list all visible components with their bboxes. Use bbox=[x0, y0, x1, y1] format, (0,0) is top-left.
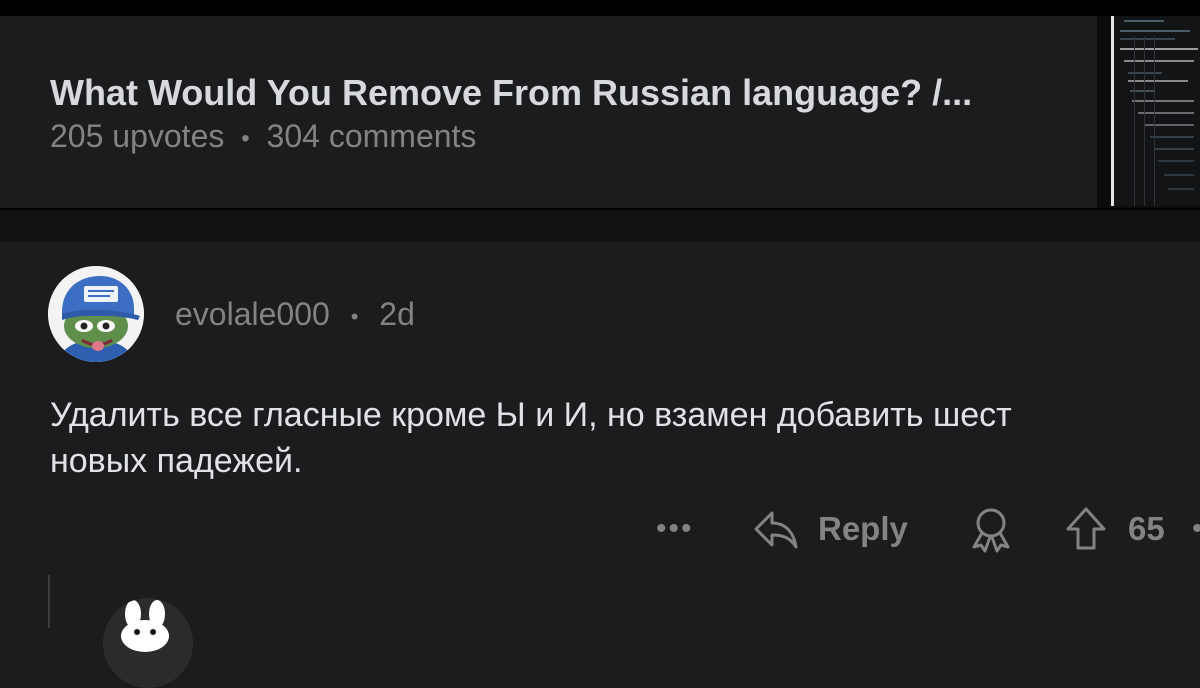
bunny-avatar-icon bbox=[103, 598, 193, 688]
meta-separator: • bbox=[241, 124, 250, 152]
comment-author[interactable]: evolale000 bbox=[175, 296, 330, 332]
trailing-separator: • bbox=[1192, 505, 1200, 553]
upvote-icon bbox=[1066, 507, 1106, 550]
reply-label: Reply bbox=[818, 510, 908, 547]
comment-body-line: Удалить все гласные кроме Ы и И, но взам… bbox=[50, 396, 1012, 434]
next-comment-avatar[interactable] bbox=[103, 598, 193, 688]
comment-age: 2d bbox=[379, 296, 415, 332]
vote-score: 65 bbox=[1128, 510, 1165, 547]
more-options-button[interactable]: ••• bbox=[656, 505, 694, 553]
comment-body: Удалить все гласные кроме Ы и И, но взам… bbox=[50, 392, 1200, 484]
award-icon bbox=[972, 508, 1010, 553]
comment-author-line: evolale000 • 2d bbox=[175, 296, 415, 333]
post-title[interactable]: What Would You Remove From Russian langu… bbox=[50, 72, 972, 114]
comment-body-line: новых падежей. bbox=[50, 442, 303, 480]
post-upvotes: 205 upvotes bbox=[50, 118, 225, 154]
author-separator: • bbox=[350, 303, 359, 329]
post-meta: 205 upvotes • 304 comments bbox=[50, 118, 476, 155]
reply-icon bbox=[754, 511, 798, 549]
section-divider bbox=[0, 208, 1200, 242]
more-icon: ••• bbox=[656, 512, 694, 545]
post-comments-count: 304 comments bbox=[266, 118, 477, 154]
reply-button[interactable]: Reply bbox=[752, 505, 908, 553]
avatar[interactable] bbox=[48, 266, 144, 362]
post-thumbnail[interactable] bbox=[1097, 16, 1200, 208]
trail-dot: • bbox=[1192, 512, 1200, 546]
thumbnail-image bbox=[1111, 16, 1200, 206]
pepe-avatar-icon bbox=[48, 266, 144, 362]
award-button[interactable] bbox=[968, 505, 1014, 553]
upvote-button[interactable]: 65 bbox=[1064, 505, 1165, 553]
thread-line[interactable] bbox=[48, 575, 50, 628]
top-strip bbox=[0, 0, 1200, 16]
